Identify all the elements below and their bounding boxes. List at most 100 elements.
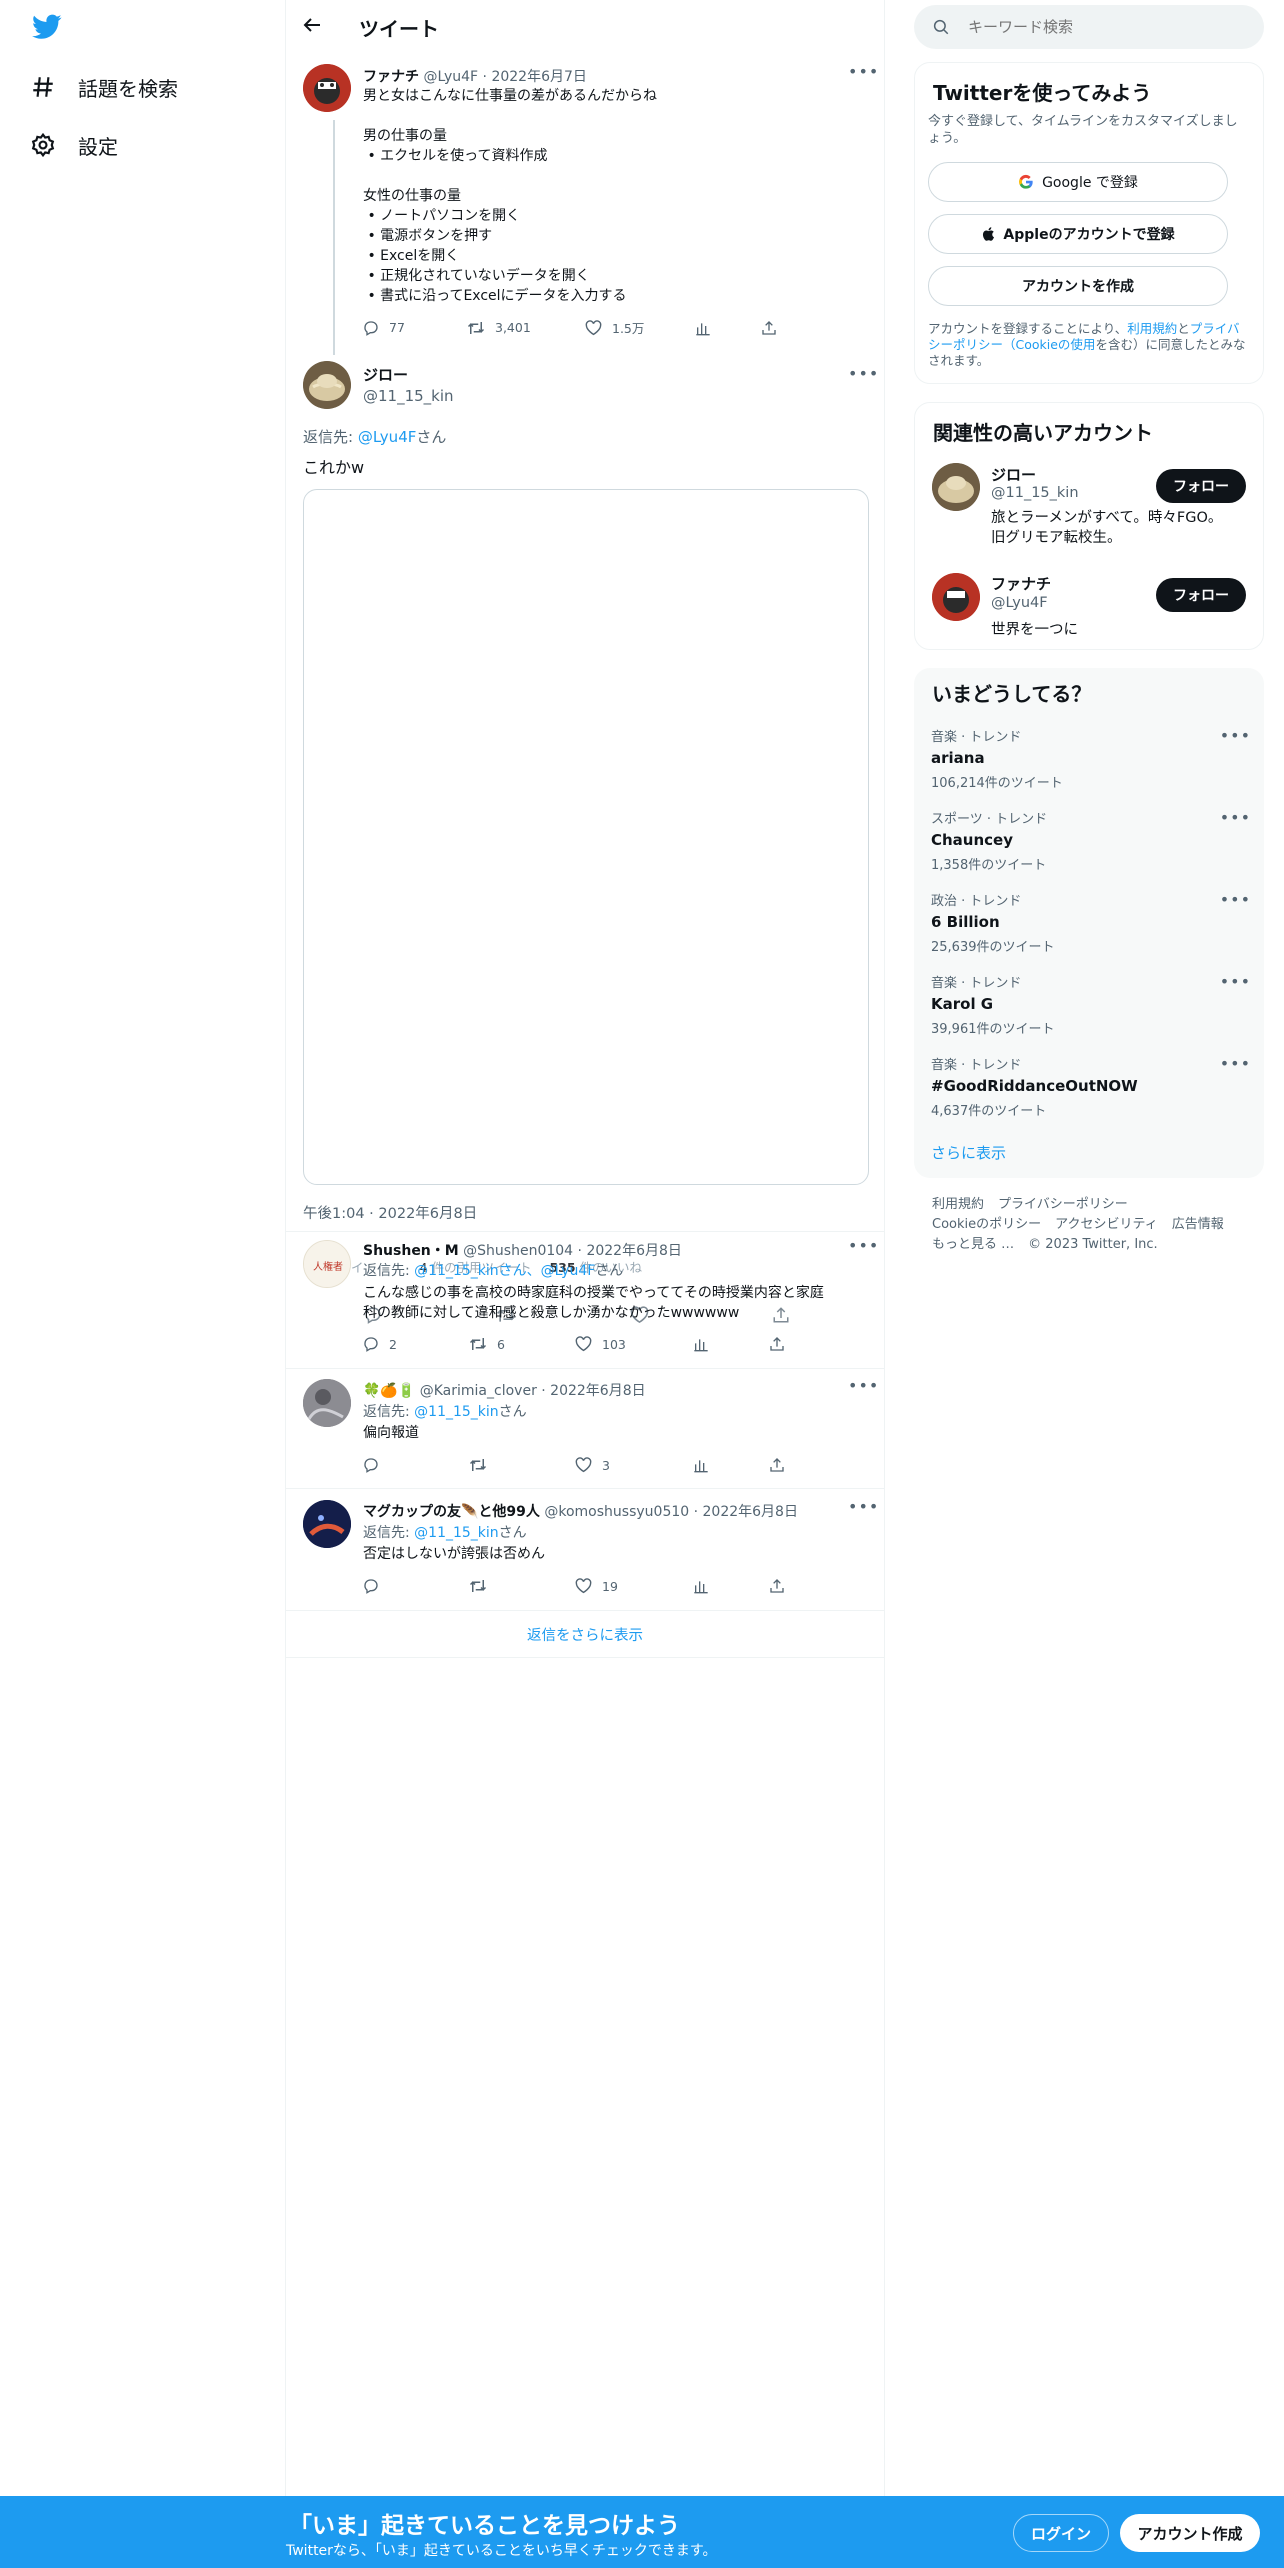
show-more-replies-link[interactable]: 返信をさらに表示: [286, 1624, 884, 1645]
reply-button[interactable]: 2: [363, 1336, 469, 1352]
google-signup-button[interactable]: Google で登録: [928, 162, 1228, 202]
retweet-button[interactable]: 3,401: [467, 320, 585, 336]
trend-item[interactable]: 音楽 · トレンド Karol G 39,961件のツイート •••: [931, 972, 1251, 1037]
reply-to-link[interactable]: @11_15_kin: [414, 1525, 499, 1541]
more-options-icon[interactable]: •••: [1220, 808, 1251, 827]
footer-more-link[interactable]: もっと見る …: [932, 1237, 1014, 1252]
like-count: 103: [602, 1336, 626, 1352]
reply-date[interactable]: · 2022年6月8日: [578, 1243, 682, 1259]
tweet-timestamp[interactable]: 午後1:04 · 2022年6月8日: [303, 1202, 477, 1223]
share-button[interactable]: [769, 1336, 785, 1352]
focus-author-name[interactable]: ジロー: [363, 366, 408, 384]
avatar-fanachi[interactable]: [932, 573, 980, 621]
create-account-button[interactable]: アカウントを作成: [928, 266, 1228, 306]
retweet-icon: [469, 1578, 487, 1594]
retweet-count: 6: [497, 1336, 505, 1352]
like-button[interactable]: 103: [575, 1336, 693, 1352]
footer-terms-link[interactable]: 利用規約: [932, 1197, 984, 1212]
avatar-shushen[interactable]: 人権者: [303, 1240, 351, 1288]
retweet-button[interactable]: 6: [469, 1336, 575, 1352]
analytics-button[interactable]: [693, 1578, 769, 1594]
follow-button[interactable]: フォロー: [1156, 578, 1246, 612]
reply-date[interactable]: · 2022年6月8日: [541, 1383, 645, 1399]
retweet-button[interactable]: [469, 1457, 575, 1473]
nav-settings[interactable]: 設定: [30, 125, 118, 165]
like-button[interactable]: 3: [575, 1457, 693, 1473]
analytics-button[interactable]: [693, 1336, 769, 1352]
trend-item[interactable]: 音楽 · トレンド #GoodRiddanceOutNOW 4,637件のツイー…: [931, 1054, 1251, 1119]
footer-cookie-link[interactable]: Cookieのポリシー: [932, 1217, 1041, 1232]
analytics-button[interactable]: [693, 1457, 769, 1473]
focus-author-handle[interactable]: @11_15_kin: [363, 387, 454, 405]
more-options-icon[interactable]: •••: [1220, 890, 1251, 909]
trend-item[interactable]: スポーツ · トレンド Chauncey 1,358件のツイート •••: [931, 808, 1251, 873]
back-button[interactable]: [300, 13, 324, 37]
share-button[interactable]: [761, 320, 777, 336]
nav-settings-label: 設定: [78, 134, 118, 159]
share-button[interactable]: [769, 1578, 785, 1594]
author-name[interactable]: ファナチ: [363, 69, 419, 85]
like-count: 19: [602, 1578, 618, 1594]
avatar-karimia[interactable]: [303, 1379, 351, 1427]
signup-title: Twitterを使ってみよう: [933, 81, 1152, 105]
retweet-button[interactable]: [469, 1578, 575, 1594]
avatar-fanachi[interactable]: [303, 64, 351, 112]
signup-button[interactable]: アカウント作成: [1120, 2514, 1260, 2552]
more-options-icon[interactable]: •••: [1220, 972, 1251, 991]
reply-context: 返信先: @Lyu4Fさん: [303, 426, 446, 447]
reply-to-link[interactable]: @Lyu4F: [358, 428, 417, 446]
more-options-icon[interactable]: •••: [848, 62, 879, 81]
follow-button[interactable]: フォロー: [1156, 469, 1246, 503]
footer-privacy-link[interactable]: プライバシーポリシー: [998, 1197, 1128, 1212]
reply-button[interactable]: [363, 1457, 469, 1473]
reply-date[interactable]: · 2022年6月8日: [694, 1504, 798, 1520]
app-root: 話題を検索 設定 ツイート ファナチ @Lyu4F · 2022年6月7日 ••…: [0, 0, 1284, 2568]
author-handle[interactable]: @Lyu4F: [423, 69, 478, 85]
trend-item[interactable]: 音楽 · トレンド ariana 106,214件のツイート •••: [931, 726, 1251, 791]
reply-icon: [363, 1336, 379, 1352]
related-handle[interactable]: @11_15_kin: [991, 485, 1079, 501]
related-handle[interactable]: @Lyu4F: [991, 595, 1048, 611]
reply-author-handle[interactable]: @Shushen0104: [463, 1243, 573, 1259]
twitter-logo-icon[interactable]: [32, 14, 62, 44]
related-name[interactable]: ジロー: [991, 464, 1036, 485]
reply-suffix: さん: [416, 428, 447, 446]
avatar-komoshussyu[interactable]: [303, 1500, 351, 1548]
more-options-icon[interactable]: •••: [848, 1376, 879, 1395]
more-options-icon[interactable]: •••: [848, 364, 879, 383]
reply-author-handle[interactable]: @komoshussyu0510: [544, 1504, 689, 1520]
like-button[interactable]: 1.5万: [585, 318, 695, 337]
more-options-icon[interactable]: •••: [848, 1497, 879, 1516]
tweet-media[interactable]: [303, 489, 869, 1185]
avatar-jiro[interactable]: [303, 361, 351, 409]
show-more-trends-link[interactable]: さらに表示: [931, 1142, 1006, 1163]
avatar-jiro[interactable]: [932, 463, 980, 511]
share-icon: [769, 1336, 785, 1352]
apple-signup-button[interactable]: Appleのアカウントで登録: [928, 214, 1228, 254]
analytics-button[interactable]: [695, 320, 761, 336]
reply-to-link[interactable]: @11_15_kin: [414, 1404, 499, 1420]
reply-author-name[interactable]: マグカップの友🪶と他99人: [363, 1504, 540, 1520]
nav-explore[interactable]: 話題を検索: [30, 67, 178, 107]
more-options-icon[interactable]: •••: [848, 1236, 879, 1255]
more-options-icon[interactable]: •••: [1220, 726, 1251, 745]
reply-author-handle[interactable]: @Karimia_clover: [420, 1383, 537, 1399]
search-box[interactable]: [914, 5, 1264, 49]
reply-button[interactable]: [363, 1578, 469, 1594]
search-input[interactable]: [968, 18, 1228, 36]
trend-item[interactable]: 政治 · トレンド 6 Billion 25,639件のツイート •••: [931, 890, 1251, 955]
reply-author-name[interactable]: 🍀🍊🔋: [363, 1383, 415, 1399]
footer-accessibility-link[interactable]: アクセシビリティ: [1055, 1217, 1158, 1232]
tweet-date[interactable]: · 2022年6月7日: [483, 69, 587, 85]
more-options-icon[interactable]: •••: [1220, 1054, 1251, 1073]
share-button[interactable]: [769, 1457, 785, 1473]
related-name[interactable]: ファナチ: [991, 573, 1051, 594]
footer-ads-link[interactable]: 広告情報: [1172, 1217, 1224, 1232]
reply-button[interactable]: 77: [363, 320, 467, 336]
login-button[interactable]: ログイン: [1013, 2514, 1109, 2552]
like-button[interactable]: 19: [575, 1578, 693, 1594]
reply-to-link[interactable]: @11_15_kinさん、@Lyu4F: [414, 1263, 595, 1279]
terms-link[interactable]: 利用規約: [1127, 321, 1177, 336]
reply-author-name[interactable]: Shushen・M: [363, 1243, 459, 1259]
gear-icon: [30, 132, 56, 158]
